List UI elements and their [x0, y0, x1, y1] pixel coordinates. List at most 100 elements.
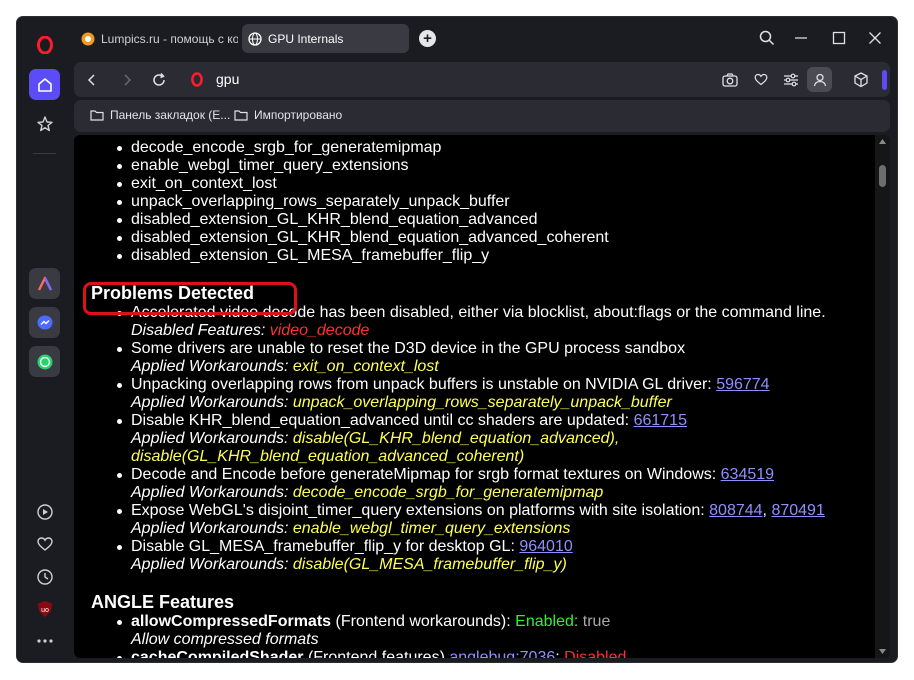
angle-features-list: allowCompressedFormats (Frontend workaro… — [74, 613, 874, 658]
problem-sublabel: Applied Workarounds: — [131, 358, 289, 375]
problem-text: Disable KHR_blend_equation_advanced unti… — [131, 412, 630, 429]
extensions-list: decode_encode_srgb_for_generatemipmap en… — [74, 139, 874, 265]
problem-subvalue: video_decode — [269, 322, 370, 339]
easy-setup-icon[interactable] — [781, 70, 800, 89]
bookmark-label: Панель закладок (E... — [110, 108, 231, 122]
feature-name: cacheCompiledShader — [131, 649, 304, 658]
bug-link[interactable]: 808744 — [709, 502, 762, 519]
list-item: exit_on_context_lost — [74, 175, 874, 193]
close-window-button[interactable] — [865, 28, 885, 48]
reload-icon[interactable] — [149, 70, 168, 89]
maximize-button[interactable] — [829, 28, 849, 48]
problem-text: Unpacking overlapping rows from unpack b… — [131, 376, 712, 393]
list-item: decode_encode_srgb_for_generatemipmap — [74, 139, 874, 157]
highlight-box — [83, 282, 297, 315]
aria-icon[interactable] — [29, 268, 60, 299]
problem-sublabel: Applied Workarounds: — [131, 430, 289, 447]
star-icon[interactable] — [29, 108, 60, 139]
problem-sublabel: Applied Workarounds: — [131, 520, 289, 537]
problem-text: Expose WebGL's disjoint_timer_query exte… — [131, 502, 705, 519]
minimize-button[interactable] — [791, 28, 811, 48]
folder-icon — [90, 110, 104, 121]
bookmark-heart-icon[interactable] — [751, 70, 770, 89]
bug-link[interactable]: anglebug:7036 — [449, 649, 555, 658]
list-item: enable_webgl_timer_query_extensions — [74, 157, 874, 175]
home-icon[interactable] — [29, 69, 60, 100]
problem-subvalue: enable_webgl_timer_query_extensions — [292, 520, 571, 537]
page-content: decode_encode_srgb_for_generatemipmap en… — [74, 135, 890, 658]
tab-bar: Lumpics.ru - помощь с ко GPU Internals + — [72, 17, 897, 59]
lumpics-favicon-icon — [81, 32, 95, 45]
problem-subvalue: unpack_overlapping_rows_separately_unpac… — [292, 394, 672, 411]
list-item: unpack_overlapping_rows_separately_unpac… — [74, 193, 874, 211]
list-item: disabled_extension_GL_KHR_blend_equation… — [74, 229, 874, 247]
bug-link[interactable]: 634519 — [721, 466, 774, 483]
feature-name: allowCompressedFormats — [131, 613, 332, 630]
problem-subvalue: exit_on_context_lost — [292, 358, 439, 375]
problem-text: Disable GL_MESA_framebuffer_flip_y for d… — [131, 538, 515, 555]
angle-feature-item: cacheCompiledShader (Frontend features) … — [74, 649, 874, 658]
messenger-icon[interactable] — [29, 307, 60, 338]
heart-icon[interactable] — [29, 528, 60, 559]
player-icon[interactable] — [29, 496, 60, 527]
feature-category: (Frontend features) — [307, 649, 445, 658]
problem-text: Decode and Encode before generateMipmap … — [131, 466, 717, 483]
scrollbar[interactable] — [875, 135, 890, 658]
problem-subvalue: disable(GL_KHR_blend_equation_advanced_c… — [131, 448, 525, 465]
opera-menu-icon[interactable] — [29, 29, 60, 60]
sidebar: uo — [17, 17, 72, 662]
more-icon[interactable] — [29, 625, 60, 656]
bug-link[interactable]: 870491 — [771, 502, 824, 519]
address-input[interactable]: gpu — [216, 71, 239, 87]
problem-item: Expose WebGL's disjoint_timer_query exte… — [74, 502, 874, 538]
scroll-down-icon[interactable] — [879, 649, 886, 654]
accent-indicator — [882, 70, 887, 90]
list-item: disabled_extension_GL_KHR_blend_equation… — [74, 211, 874, 229]
tab-title: Lumpics.ru - помощь с ко — [101, 31, 238, 46]
scroll-up-icon[interactable] — [879, 139, 886, 144]
sidebar-divider — [33, 153, 56, 154]
problem-item: Disable KHR_blend_equation_advanced unti… — [74, 412, 874, 466]
problems-list: Accelerated video decode has been disabl… — [74, 304, 874, 574]
bookmark-folder-imported[interactable]: Импортировано — [234, 108, 342, 122]
feature-category: (Frontend workarounds): — [335, 613, 511, 630]
bookmark-folder-panel[interactable]: Панель закладок (E... — [90, 108, 230, 122]
camera-icon[interactable] — [720, 70, 739, 89]
extensions-icon[interactable] — [851, 70, 870, 89]
bug-link[interactable]: 596774 — [716, 376, 769, 393]
back-icon[interactable] — [82, 70, 101, 89]
globe-icon — [248, 31, 262, 46]
problem-item: Some drivers are unable to reset the D3D… — [74, 340, 874, 376]
ublock-icon[interactable]: uo — [29, 593, 60, 624]
problem-sublabel: Applied Workarounds: — [131, 394, 289, 411]
angle-heading: ANGLE Features — [91, 592, 235, 612]
address-bar: gpu — [74, 62, 890, 97]
problem-subvalue: disable(GL_KHR_blend_equation_advanced), — [292, 430, 620, 447]
bookmarks-bar: Панель закладок (E... Импортировано — [74, 100, 890, 132]
bookmark-label: Импортировано — [254, 108, 343, 122]
link-separator: , — [762, 502, 767, 519]
feature-description: Allow compressed formats — [131, 631, 319, 648]
tab-gpu-internals[interactable]: GPU Internals — [242, 24, 409, 53]
whatsapp-icon[interactable] — [29, 346, 60, 377]
bug-link[interactable]: 964010 — [519, 538, 572, 555]
profile-icon[interactable] — [807, 67, 832, 92]
problem-item: Disable GL_MESA_framebuffer_flip_y for d… — [74, 538, 874, 574]
new-tab-button[interactable]: + — [419, 30, 436, 47]
angle-feature-item: allowCompressedFormats (Frontend workaro… — [74, 613, 874, 649]
opera-site-icon — [187, 70, 206, 89]
problem-item: Unpacking overlapping rows from unpack b… — [74, 376, 874, 412]
feature-status: Enabled: — [515, 613, 579, 630]
svg-text:uo: uo — [41, 607, 49, 614]
problem-subvalue: disable(GL_MESA_framebuffer_flip_y) — [292, 556, 567, 573]
problem-subvalue: decode_encode_srgb_for_generatemipmap — [292, 484, 604, 501]
problem-sublabel: Applied Workarounds: — [131, 556, 289, 573]
scrollbar-thumb[interactable] — [879, 165, 886, 187]
search-tabs-icon[interactable] — [757, 28, 777, 48]
tab-lumpics[interactable]: Lumpics.ru - помощь с ко — [75, 24, 238, 53]
tab-title: GPU Internals — [268, 31, 344, 46]
bug-link[interactable]: 661715 — [634, 412, 687, 429]
forward-icon[interactable] — [117, 70, 136, 89]
list-item: disabled_extension_GL_MESA_framebuffer_f… — [74, 247, 874, 265]
history-icon[interactable] — [29, 561, 60, 592]
